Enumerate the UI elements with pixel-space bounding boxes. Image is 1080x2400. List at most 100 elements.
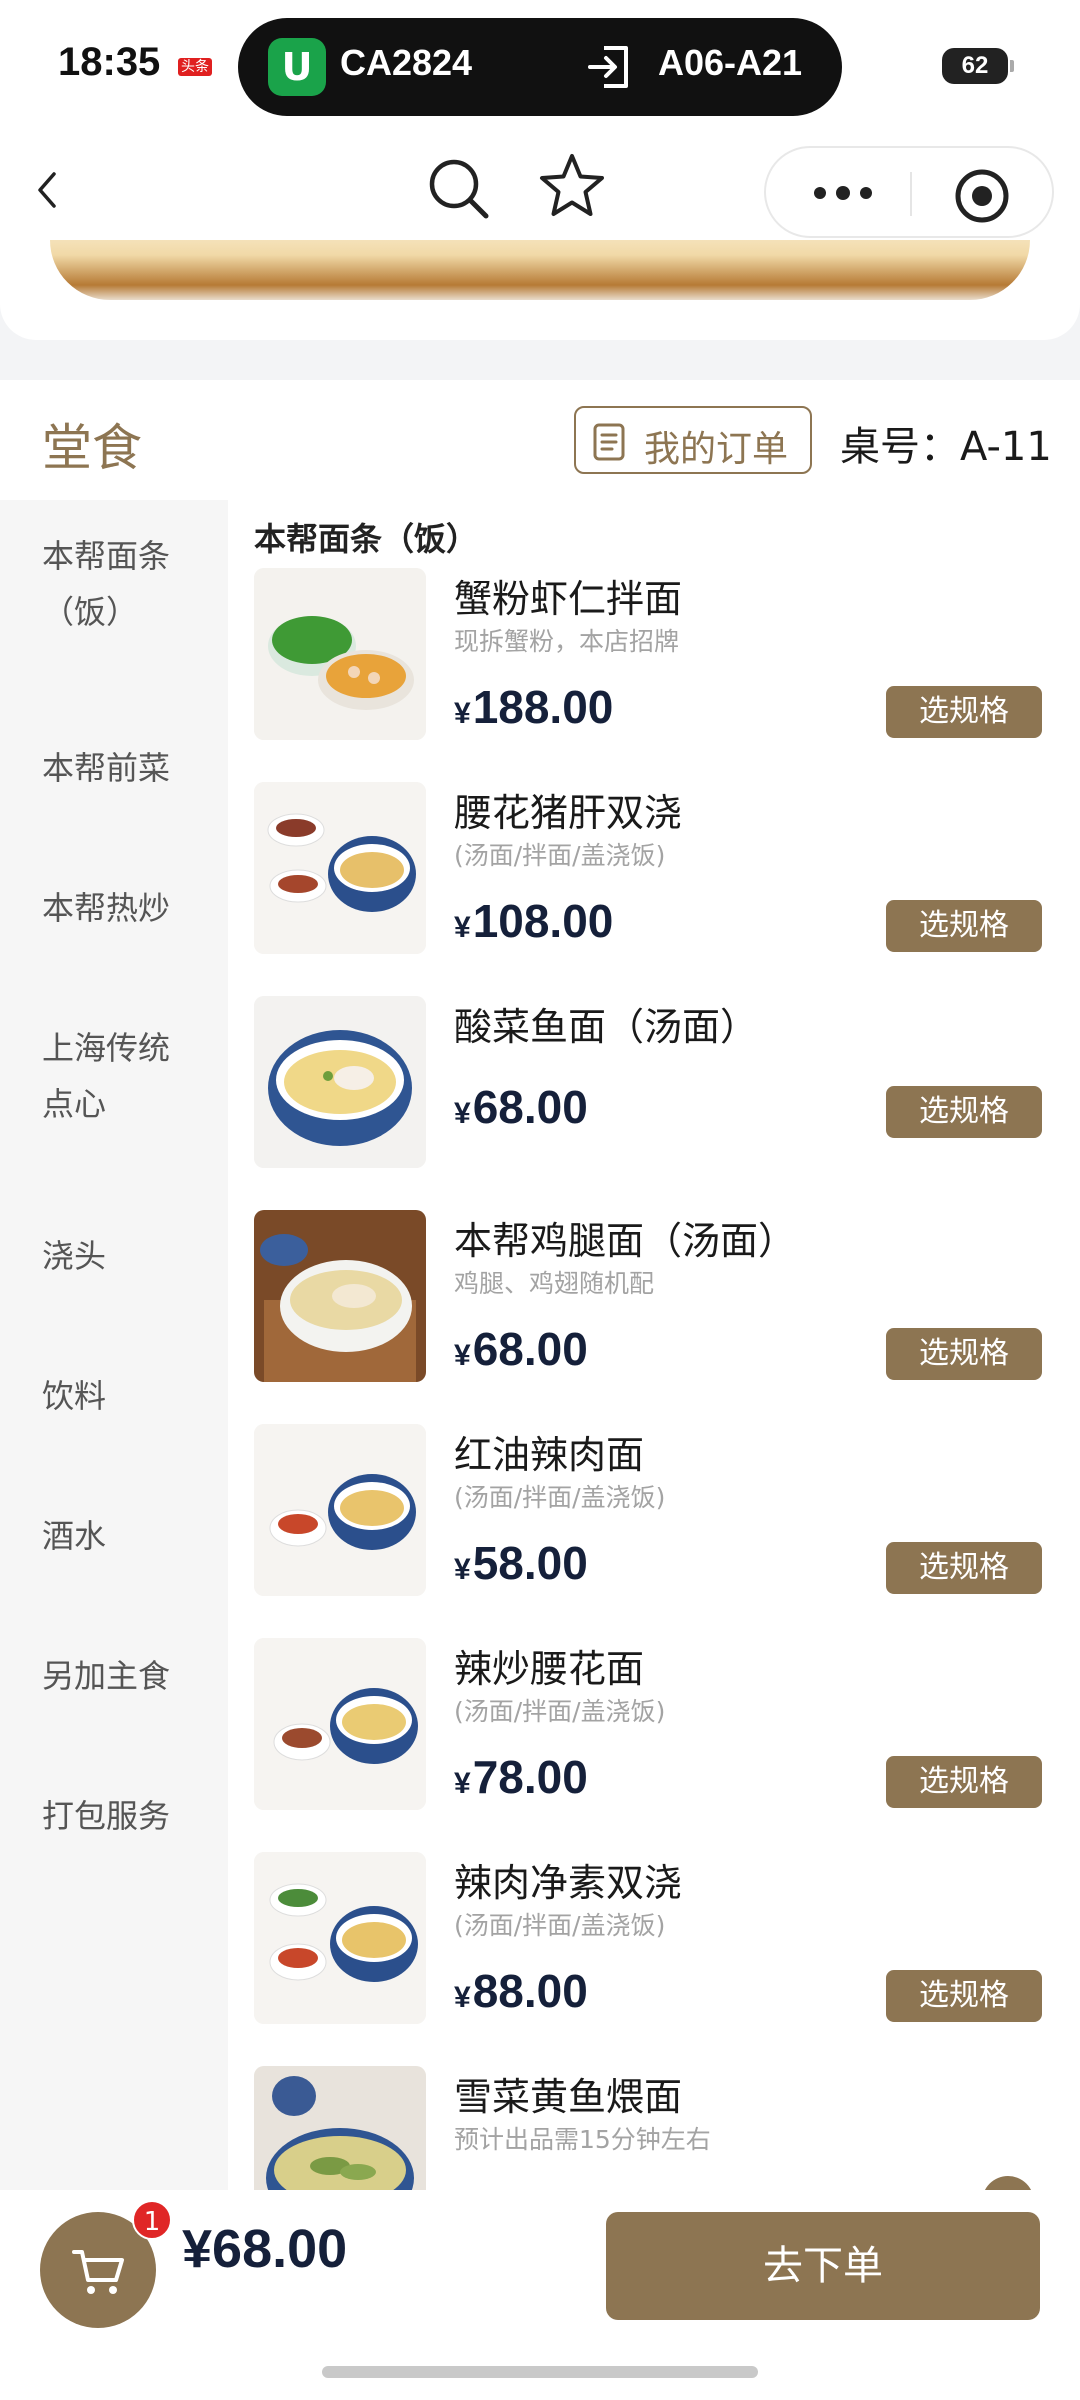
banner-area [0,240,1080,380]
dish-name: 红油辣肉面 [454,1433,645,1477]
price-value: 108.00 [472,895,614,947]
category-item-alcohol[interactable]: 酒水 [42,1508,212,1564]
flight-live-activity[interactable]: U CA2824 A06-A21 [238,18,842,116]
dish-name: 酸菜鱼面（汤面） [454,1005,759,1049]
currency-symbol: ¥ [454,1339,471,1372]
flight-number: CA2824 [340,42,473,83]
select-spec-button[interactable]: 选规格 [886,1970,1042,2022]
category-label: 浇头 [42,1237,107,1275]
dish-price: ¥58.00 [454,1536,588,1590]
currency-symbol: ¥ [454,1767,471,1800]
table-number: 桌号：A-11 [840,424,1052,470]
dish-description: (汤面/拌面/盖浇饭) [454,1483,666,1512]
category-heading: 本帮面条（饭） [254,520,479,558]
select-spec-button[interactable]: 选规格 [886,1328,1042,1380]
select-spec-button[interactable]: 选规格 [886,686,1042,738]
category-item-toppings[interactable]: 浇头 [42,1228,212,1284]
home-indicator[interactable] [322,2366,758,2378]
select-spec-button[interactable]: 选规格 [886,1756,1042,1808]
dish-image [254,782,426,954]
select-spec-button[interactable]: 选规格 [886,900,1042,952]
dish-description: (汤面/拌面/盖浇饭) [454,841,666,870]
my-order-button[interactable]: 我的订单 [574,406,812,474]
dish-description: 鸡腿、鸡翅随机配 [454,1269,655,1298]
dish-price: ¥68.00 [454,1080,588,1134]
capsule-divider [910,172,912,216]
category-item-extra-staples[interactable]: 另加主食 [42,1648,212,1704]
dish-image [254,1210,426,1382]
gate-info: A06-A21 [658,42,803,83]
banner-image [50,240,1030,300]
list-item[interactable]: 红油辣肉面 (汤面/拌面/盖浇饭) ¥58.00 选规格 [228,1424,1080,1636]
target-icon[interactable] [954,168,1010,224]
back-icon[interactable] [28,162,68,218]
order-list-icon [593,423,625,461]
list-item[interactable]: 辣炒腰花面 (汤面/拌面/盖浇饭) ¥78.00 选规格 [228,1638,1080,1850]
nav-bar [0,130,1080,250]
category-label: 饮料 [42,1377,107,1415]
currency-symbol: ¥ [454,697,471,730]
category-label-line2: （饭） [42,593,139,631]
category-item-hot-dishes[interactable]: 本帮热炒 [42,880,212,936]
dine-in-title: 堂食 [42,419,142,477]
dish-name: 雪菜黄鱼煨面 [454,2075,683,2119]
category-label: 本帮前菜 [42,749,171,787]
category-item-takeaway[interactable]: 打包服务 [42,1788,212,1844]
dish-description: (汤面/拌面/盖浇饭) [454,1911,666,1940]
list-item[interactable]: 腰花猪肝双浇 (汤面/拌面/盖浇饭) ¥108.00 选规格 [228,782,1080,994]
category-item-drinks[interactable]: 饮料 [42,1368,212,1424]
news-app-badge: 头条 [178,58,212,76]
banner-card [0,240,1080,340]
currency-symbol: ¥ [454,911,471,944]
dish-description: 现拆蟹粉，本店招牌 [454,627,680,656]
gate-exit-icon [588,46,628,88]
list-item[interactable]: 本帮鸡腿面（汤面） 鸡腿、鸡翅随机配 ¥68.00 选规格 [228,1210,1080,1422]
price-value: 88.00 [472,1965,588,2017]
my-order-label: 我的订单 [644,429,789,470]
airline-app-icon: U [268,38,326,96]
dish-image [254,1638,426,1810]
star-icon[interactable] [536,150,608,222]
search-icon[interactable] [424,154,494,224]
category-item-dim-sum[interactable]: 上海传统 点心 [42,1020,212,1132]
dish-name: 本帮鸡腿面（汤面） [454,1219,797,1263]
price-value: 58.00 [472,1537,588,1589]
list-item[interactable]: 酸菜鱼面（汤面） ¥68.00 选规格 [228,996,1080,1208]
dish-price: ¥88.00 [454,1964,588,2018]
more-icon[interactable] [808,178,878,208]
category-item-cold-dishes[interactable]: 本帮前菜 [42,740,212,796]
category-label: 本帮面条 [42,537,171,575]
dish-name: 腰花猪肝双浇 [454,791,683,835]
bottom-cart-bar: 1 ¥68.00 去下单 [0,2190,1080,2400]
category-label: 酒水 [42,1517,107,1555]
select-spec-button[interactable]: 选规格 [886,1086,1042,1138]
dish-name: 蟹粉虾仁拌面 [454,577,683,621]
cart-total: ¥68.00 [182,2219,348,2279]
battery-indicator: 62 [942,48,1014,84]
dish-image [254,568,426,740]
category-item-noodles[interactable]: 本帮面条 （饭） [42,528,212,640]
currency-symbol: ¥ [454,1097,471,1130]
price-value: 68.00 [472,1081,588,1133]
currency-symbol: ¥ [454,1553,471,1586]
currency-symbol: ¥ [454,1981,471,2014]
cart-icon [72,2250,124,2294]
dish-image [254,1852,426,2024]
list-item[interactable]: 蟹粉虾仁拌面 现拆蟹粉，本店招牌 ¥188.00 选规格 [228,568,1080,780]
dish-image [254,1424,426,1596]
category-label: 另加主食 [42,1657,171,1695]
list-item[interactable]: 辣肉净素双浇 (汤面/拌面/盖浇饭) ¥88.00 选规格 [228,1852,1080,2064]
dish-name: 辣肉净素双浇 [454,1861,683,1905]
dish-image [254,996,426,1168]
dish-name: 辣炒腰花面 [454,1647,645,1691]
checkout-button[interactable]: 去下单 [606,2212,1040,2320]
category-label-line2: 点心 [42,1085,107,1123]
list-item[interactable]: 雪菜黄鱼煨面 预计出品需15分钟左右 [228,2066,1080,2190]
price-value: 188.00 [472,681,614,733]
dish-price: ¥108.00 [454,894,613,948]
category-label: 本帮热炒 [42,889,171,927]
product-list: 本帮面条（饭） 蟹粉虾仁拌面 现拆蟹粉，本店招牌 ¥188.00 选规格 腰花猪… [228,500,1080,2190]
select-spec-button[interactable]: 选规格 [886,1542,1042,1594]
dish-price: ¥78.00 [454,1750,588,1804]
status-time: 18:35 [58,40,161,84]
